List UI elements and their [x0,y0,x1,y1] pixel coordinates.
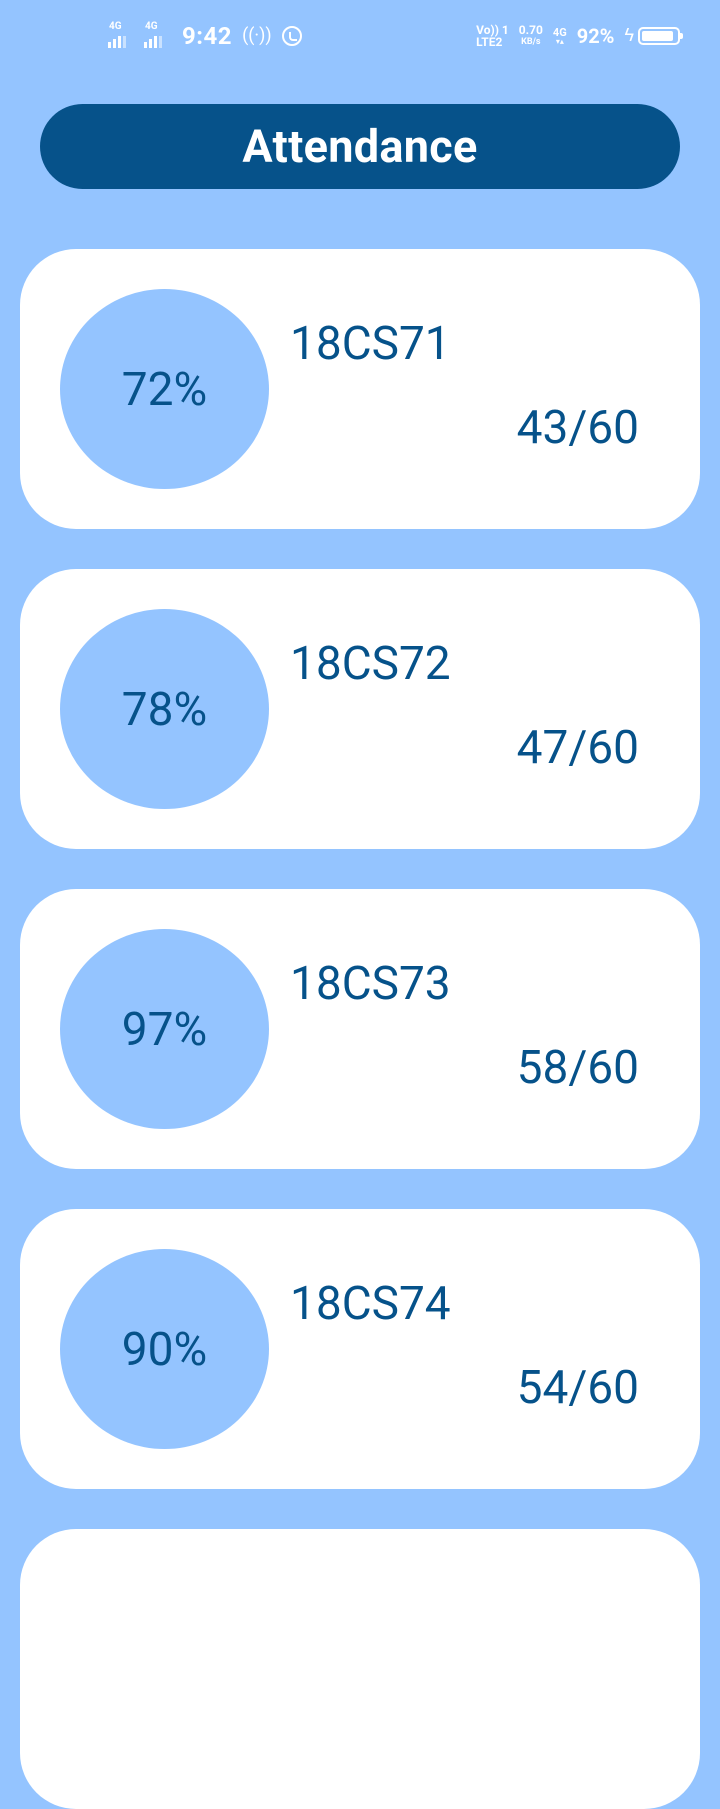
sim2-network-label: 4G [145,21,158,32]
hotspot-icon: ((·)) [242,25,272,46]
classes-attended: 54/60 [516,1361,639,1415]
battery-fill [642,31,674,41]
volte-indicator: Vo)) 1 LTE2 [476,24,509,48]
charging-bolt-icon: ϟ [624,25,634,46]
attendance-percent: 97% [121,1003,208,1057]
network-speed-unit: KB/s [521,37,541,47]
network-speed-value: 0.70 [518,23,543,37]
subject-code: 18CS74 [290,1277,451,1331]
attendance-percent: 90% [121,1323,208,1377]
volte-line2: LTE2 [476,35,503,49]
battery-icon [638,27,683,45]
subject-card[interactable]: 78% 18CS72 47/60 [20,569,700,849]
attendance-percent-circle: 72% [60,289,269,489]
status-bar: 4G 4G 9:42 ((·)) Vo)) 1 LTE2 0.70 KB/s 4… [0,0,720,78]
attendance-percent: 72% [121,363,208,417]
subject-card[interactable]: 90% 18CS74 54/60 [20,1209,700,1489]
whatsapp-icon [281,26,302,46]
status-bar-right: Vo)) 1 LTE2 0.70 KB/s 4G ▾▴ 92% ϟ [476,24,683,48]
sim1-network-label: 4G [109,21,122,32]
attendance-percent: 78% [121,683,208,737]
page-title: Attendance [242,120,478,173]
attendance-percent-circle: 90% [60,1249,269,1449]
classes-attended: 58/60 [516,1041,639,1095]
data-network-label: 4G [552,25,567,39]
classes-attended: 47/60 [516,721,639,775]
subject-card[interactable]: 97% 18CS73 58/60 [20,889,700,1169]
subject-code: 18CS72 [290,637,451,691]
status-bar-left: 4G 4G 9:42 ((·)) [108,22,302,50]
sim2-signal-icon: 4G [144,21,170,48]
subject-code: 18CS73 [290,957,451,1011]
battery-percent: 92% [576,24,615,48]
data-network-icon: 4G ▾▴ [552,25,567,46]
attendance-percent-circle: 78% [60,609,269,809]
network-speed: 0.70 KB/s [519,24,543,48]
subject-card-partial[interactable] [20,1529,700,1809]
subject-card[interactable]: 72% 18CS71 43/60 [20,249,700,529]
sim1-signal-icon: 4G [108,21,134,48]
page-header: Attendance [40,104,680,189]
attendance-percent-circle: 97% [60,929,269,1129]
classes-attended: 43/60 [516,401,639,455]
status-clock: 9:42 [182,22,233,50]
subject-code: 18CS71 [290,317,451,371]
